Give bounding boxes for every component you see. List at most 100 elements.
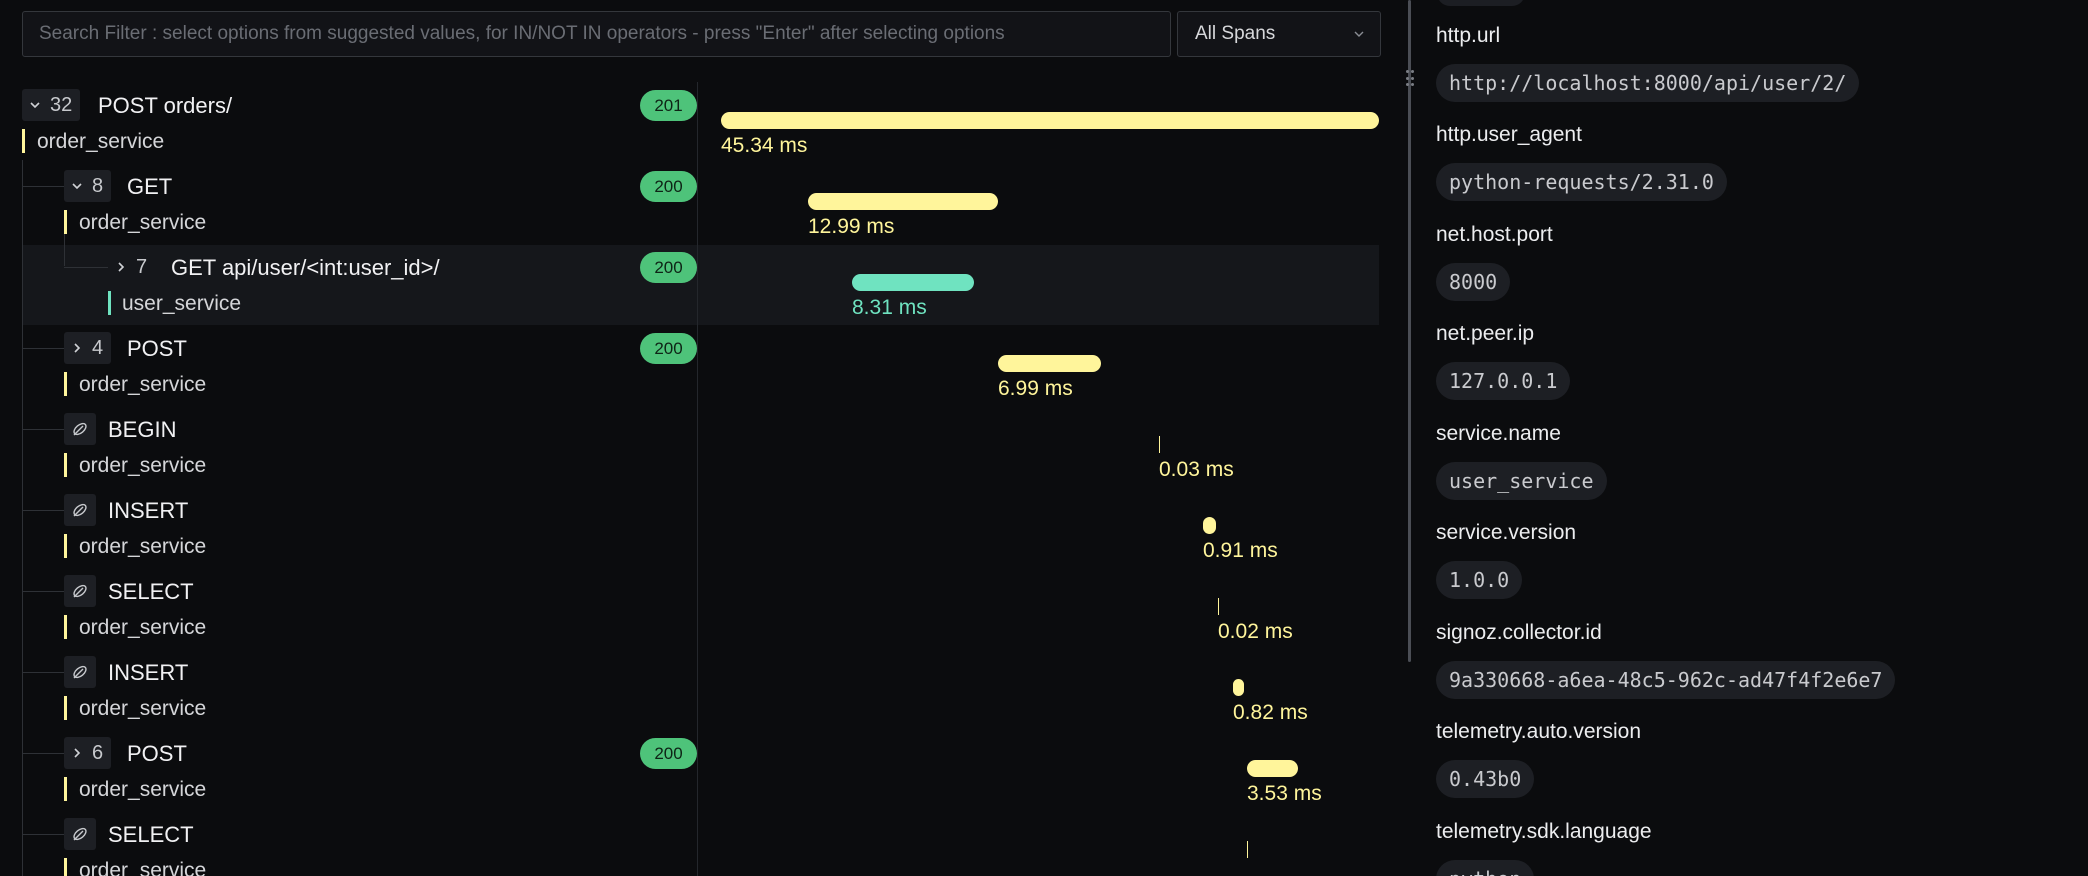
tree-connector bbox=[22, 753, 64, 754]
span-duration-bar[interactable] bbox=[1233, 679, 1244, 696]
service-color-bar bbox=[64, 372, 67, 396]
search-input[interactable] bbox=[39, 23, 1154, 45]
attribute-value[interactable]: 0.43b0 bbox=[1436, 760, 1535, 798]
span-collapse-toggle[interactable]: 32 bbox=[22, 89, 81, 121]
attribute-value[interactable]: 1.0.0 bbox=[1436, 561, 1523, 599]
span-duration-bar[interactable] bbox=[1218, 598, 1219, 615]
database-icon bbox=[64, 575, 96, 607]
span-duration-bar[interactable] bbox=[998, 355, 1101, 372]
span-name[interactable]: POST bbox=[127, 741, 187, 767]
attribute-key: net.host.port bbox=[1436, 223, 1553, 246]
span-duration-bar[interactable] bbox=[1247, 841, 1248, 858]
chevron-down-icon bbox=[72, 183, 82, 190]
span-duration-bar[interactable] bbox=[1203, 517, 1216, 534]
span-duration-bar[interactable] bbox=[1247, 760, 1298, 777]
status-badge: 200 bbox=[640, 171, 697, 202]
span-duration-label: 6.99 ms bbox=[998, 377, 1073, 400]
span-name[interactable]: GET bbox=[127, 174, 172, 200]
tree-connector bbox=[22, 591, 64, 592]
tree-connector bbox=[22, 429, 64, 430]
service-name: order_service bbox=[79, 535, 207, 558]
span-duration-bar[interactable] bbox=[721, 112, 1379, 129]
service-color-bar bbox=[64, 858, 67, 876]
tree-connector bbox=[64, 267, 108, 268]
status-badge: 200 bbox=[640, 333, 697, 364]
service-name: order_service bbox=[79, 778, 207, 801]
service-name: user_service bbox=[122, 292, 242, 315]
span-name[interactable]: INSERT bbox=[108, 660, 188, 686]
span-duration-bar[interactable] bbox=[1159, 436, 1160, 453]
span-name[interactable]: SELECT bbox=[108, 822, 194, 848]
span-duration-bar[interactable] bbox=[852, 274, 974, 291]
span-name[interactable]: POST bbox=[127, 336, 187, 362]
child-count: 32 bbox=[50, 93, 73, 116]
attribute-key: http.user_agent bbox=[1436, 123, 1582, 146]
span-name[interactable]: BEGIN bbox=[108, 417, 176, 443]
attribute-value[interactable]: http://localhost:8000/api/user/2/ bbox=[1436, 64, 1860, 102]
attribute-item: service.version 1.0.0 bbox=[1436, 521, 1577, 599]
attribute-item: telemetry.auto.version 0.43b0 bbox=[1436, 720, 1641, 798]
span-expand-toggle[interactable]: 6 bbox=[64, 737, 112, 769]
trace-details-view: All Spans 32 POST orders/ 201 order_serv… bbox=[0, 0, 2088, 876]
span-duration-label: 0.91 ms bbox=[1203, 539, 1278, 562]
attribute-key: net.peer.ip bbox=[1436, 322, 1535, 345]
service-color-bar bbox=[22, 129, 25, 153]
span-duration-bar[interactable] bbox=[808, 193, 998, 210]
attribute-value[interactable]: 9a330668-a6ea-48c5-962c-ad47f4f2e6e7 bbox=[1436, 661, 1896, 699]
panel-resize-handle[interactable] bbox=[1408, 0, 1411, 662]
span-collapse-toggle[interactable]: 8 bbox=[64, 170, 112, 202]
attribute-key: service.name bbox=[1436, 422, 1561, 445]
service-name: order_service bbox=[37, 130, 165, 153]
span-name[interactable]: INSERT bbox=[108, 498, 188, 524]
service-name: order_service bbox=[79, 211, 207, 234]
attribute-value[interactable]: python bbox=[1436, 860, 1535, 876]
service-color-bar bbox=[64, 777, 67, 801]
trace-waterfall-panel: All Spans 32 POST orders/ 201 order_serv… bbox=[0, 0, 1402, 876]
span-name[interactable]: POST orders/ bbox=[98, 93, 232, 119]
attribute-item: signoz.collector.id 9a330668-a6ea-48c5-9… bbox=[1436, 621, 1896, 699]
tree-connector bbox=[22, 834, 64, 835]
service-color-bar bbox=[64, 615, 67, 639]
service-name: order_service bbox=[79, 454, 207, 477]
attribute-item: service.name user_service bbox=[1436, 422, 1607, 500]
child-count: 6 bbox=[92, 741, 104, 764]
span-duration-label: 8.31 ms bbox=[852, 296, 927, 319]
child-count: 8 bbox=[92, 174, 104, 197]
span-name[interactable]: GET api/user/<int:user_id>/ bbox=[171, 255, 440, 281]
span-name[interactable]: SELECT bbox=[108, 579, 194, 605]
tree-connector bbox=[22, 186, 64, 187]
tree-connector bbox=[22, 672, 64, 673]
attribute-value-chip bbox=[1437, 0, 1525, 6]
span-expand-toggle[interactable]: 4 bbox=[64, 332, 112, 364]
service-name: order_service bbox=[79, 859, 207, 876]
status-badge: 200 bbox=[640, 738, 697, 769]
drag-grip-icon[interactable] bbox=[1404, 68, 1416, 90]
attribute-value[interactable]: 127.0.0.1 bbox=[1436, 362, 1571, 400]
span-expand-toggle[interactable]: 7 bbox=[108, 251, 155, 283]
span-duration-label: 0.02 ms bbox=[1218, 620, 1293, 643]
attribute-key: telemetry.sdk.language bbox=[1436, 820, 1652, 843]
service-name: order_service bbox=[79, 697, 207, 720]
tree-timeline-divider bbox=[697, 82, 698, 876]
span-duration-label: 12.99 ms bbox=[808, 215, 895, 238]
attribute-key: service.version bbox=[1436, 521, 1577, 544]
service-color-bar bbox=[64, 534, 67, 558]
tree-connector bbox=[22, 510, 64, 511]
attribute-value[interactable]: python-requests/2.31.0 bbox=[1436, 163, 1727, 201]
tree-connector bbox=[22, 160, 23, 876]
attribute-item: telemetry.sdk.language python bbox=[1436, 820, 1652, 876]
status-badge: 200 bbox=[640, 252, 697, 283]
chevron-down-icon bbox=[1354, 31, 1364, 37]
attribute-item: http.user_agent python-requests/2.31.0 bbox=[1436, 123, 1727, 201]
search-filter[interactable] bbox=[22, 11, 1171, 57]
attribute-item: net.peer.ip 127.0.0.1 bbox=[1436, 322, 1571, 400]
attribute-value[interactable]: user_service bbox=[1436, 462, 1607, 500]
span-type-select[interactable]: All Spans bbox=[1177, 11, 1381, 57]
attribute-item: http.url http://localhost:8000/api/user/… bbox=[1436, 24, 1860, 102]
database-icon bbox=[64, 818, 96, 850]
span-duration-label: 45.34 ms bbox=[721, 134, 808, 157]
service-color-bar bbox=[64, 696, 67, 720]
span-duration-label: 3.53 ms bbox=[1247, 782, 1322, 805]
attribute-value[interactable]: 8000 bbox=[1436, 263, 1511, 301]
database-icon bbox=[64, 656, 96, 688]
